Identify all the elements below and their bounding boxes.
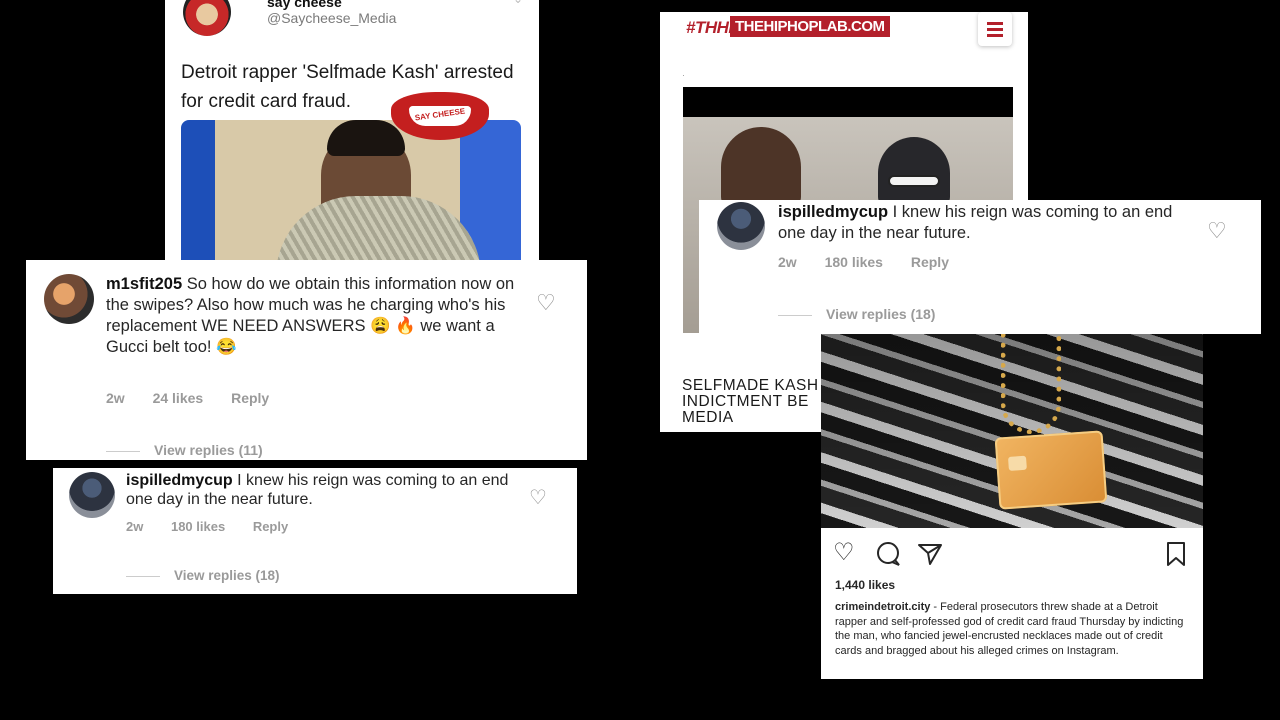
comment-age: 2w xyxy=(126,519,144,534)
tweet-author-handle[interactable]: @Saycheese_Media xyxy=(267,10,396,26)
comment-likes[interactable]: 180 likes xyxy=(171,519,225,534)
avatar[interactable] xyxy=(717,202,765,250)
comment-username[interactable]: ispilledmycup xyxy=(778,203,888,221)
comment-meta: 2w 24 likes Reply xyxy=(106,390,293,406)
comment-likes[interactable]: 24 likes xyxy=(153,390,204,406)
post-action-bar: ♡ xyxy=(833,538,1191,568)
article-headline[interactable]: SELFMADE KASH INDICTMENT BE MEDIA xyxy=(682,378,832,426)
comment-icon[interactable] xyxy=(875,538,901,568)
comment-body: m1sfit205 So how do we obtain this infor… xyxy=(106,274,526,358)
post-image[interactable] xyxy=(821,334,1203,530)
comment-age: 2w xyxy=(106,390,125,406)
site-logo[interactable]: THEHIPHOPLAB.COM xyxy=(730,16,890,37)
chevron-down-icon[interactable]: ⌄ xyxy=(513,0,523,6)
tweet-avatar[interactable] xyxy=(183,0,231,36)
heart-outline-icon[interactable]: ♡ xyxy=(529,485,547,510)
headline-line-3: MEDIA xyxy=(682,409,734,426)
avatar[interactable] xyxy=(44,274,94,324)
post-author-username[interactable]: crimeindetroit.city xyxy=(835,601,930,613)
tweet-author-name[interactable]: say cheese xyxy=(267,0,342,10)
cash-fan xyxy=(276,196,481,262)
comment-age: 2w xyxy=(778,254,797,270)
headline-line-1: SELFMADE KASH xyxy=(682,377,819,394)
view-replies-label: View replies (18) xyxy=(826,306,936,322)
tweet-card[interactable]: say cheese @Saycheese_Media ⌄ Detroit ra… xyxy=(165,0,539,262)
heart-outline-icon[interactable]: ♡ xyxy=(1207,218,1227,244)
comment-meta: 2w 180 likes Reply xyxy=(778,254,973,270)
comment-username[interactable]: m1sfit205 xyxy=(106,275,182,293)
comment-likes[interactable]: 180 likes xyxy=(825,254,883,270)
view-replies-label: View replies (11) xyxy=(154,442,263,458)
say-cheese-logo: SAY CHEESE xyxy=(391,92,489,144)
instagram-post-card[interactable]: ♡ 1,440 likes crimeindetroit.city - Fede… xyxy=(821,334,1203,679)
view-replies-button[interactable]: View replies (18) xyxy=(778,306,935,322)
person-right xyxy=(878,137,950,207)
avatar[interactable] xyxy=(69,472,115,518)
bookmark-icon[interactable] xyxy=(1165,538,1187,568)
separator-dot: · xyxy=(682,70,685,80)
headline-line-2: INDICTMENT BE xyxy=(682,393,809,410)
hamburger-menu-icon[interactable] xyxy=(978,12,1012,46)
person-left xyxy=(721,127,801,207)
comment-card: ispilledmycup I knew his reign was comin… xyxy=(699,200,1261,334)
credit-card-pendant xyxy=(994,430,1108,510)
post-caption: crimeindetroit.city - Federal prosecutor… xyxy=(835,600,1190,658)
reply-button[interactable]: Reply xyxy=(911,254,949,270)
comment-body: ispilledmycup I knew his reign was comin… xyxy=(778,202,1198,244)
comment-card: ispilledmycup I knew his reign was comin… xyxy=(53,468,577,594)
post-like-count[interactable]: 1,440 likes xyxy=(835,578,895,592)
reply-button[interactable]: Reply xyxy=(231,390,269,406)
reply-button[interactable]: Reply xyxy=(253,519,288,534)
share-icon[interactable] xyxy=(917,538,943,568)
lips-shape: SAY CHEESE xyxy=(391,92,489,140)
comment-body: ispilledmycup I knew his reign was comin… xyxy=(126,471,526,509)
view-replies-label: View replies (18) xyxy=(174,568,280,583)
gold-chain xyxy=(1001,334,1061,434)
comment-username[interactable]: ispilledmycup xyxy=(126,472,233,489)
comment-card: m1sfit205 So how do we obtain this infor… xyxy=(26,260,587,460)
sunglasses xyxy=(888,175,940,187)
view-replies-button[interactable]: View replies (18) xyxy=(126,568,280,583)
heart-outline-icon[interactable]: ♡ xyxy=(536,290,556,316)
heart-outline-icon[interactable]: ♡ xyxy=(833,538,855,568)
view-replies-button[interactable]: View replies (11) xyxy=(106,442,263,458)
comment-meta: 2w 180 likes Reply xyxy=(126,519,312,534)
